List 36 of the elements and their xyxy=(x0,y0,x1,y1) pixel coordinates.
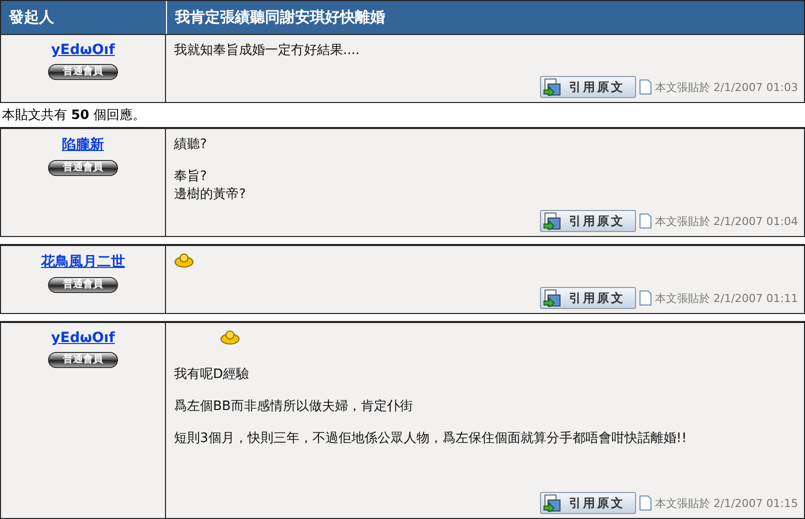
post-text: 爲左個BB而非感情所以做夫婦，肯定仆街 xyxy=(174,398,414,416)
quote-button[interactable]: 引用原文 xyxy=(540,287,636,309)
member-rank-badge: 普通會員 xyxy=(48,277,118,293)
reply-count: 本貼文共有 50 個回應。 xyxy=(1,107,146,125)
document-arrow-icon xyxy=(542,78,561,96)
document-arrow-icon xyxy=(542,289,561,307)
page-icon xyxy=(638,290,652,306)
member-rank-badge: 普通會員 xyxy=(48,160,118,176)
document-arrow-icon xyxy=(542,212,561,230)
page-icon xyxy=(638,213,652,229)
author-link[interactable]: yEdωOıf xyxy=(51,42,115,58)
quote-button[interactable]: 引用原文 xyxy=(540,492,636,514)
emoticon-icon xyxy=(174,253,194,269)
author-link[interactable]: 陷朧新 xyxy=(62,136,104,154)
post-timestamp: 本文張貼於 2/1/2007 01:03 xyxy=(654,80,798,94)
thread-title: 我肯定張績聽同謝安琪好快離婚 xyxy=(166,1,804,34)
emoticon-icon xyxy=(220,330,240,346)
member-rank-badge: 普通會員 xyxy=(48,64,118,80)
post-timestamp: 本文張貼於 2/1/2007 01:11 xyxy=(654,290,798,306)
author-column-header: 發起人 xyxy=(1,1,166,34)
document-arrow-icon xyxy=(542,494,561,512)
quote-button[interactable]: 引用原文 xyxy=(540,76,636,98)
author-link[interactable]: 花鳥風月二世 xyxy=(41,253,125,271)
page-icon xyxy=(638,495,652,511)
member-rank-badge: 普通會員 xyxy=(48,352,118,368)
page-icon xyxy=(638,79,652,95)
post-text: 奉旨? xyxy=(174,168,208,186)
post-text: 我就知奉旨成婚一定冇好結果.... xyxy=(174,42,361,60)
author-link[interactable]: yEdωOıf xyxy=(51,330,115,346)
post-text: 我有呢D經驗 xyxy=(174,366,250,384)
quote-button[interactable]: 引用原文 xyxy=(540,210,636,232)
post-timestamp: 本文張貼於 2/1/2007 01:15 xyxy=(654,496,798,510)
post-timestamp: 本文張貼於 2/1/2007 01:04 xyxy=(654,214,798,228)
post-text: 短則3個月，快則三年，不過佢地係公眾人物，爲左保住個面就算分手都唔會咁快話離婚!! xyxy=(174,430,688,448)
post-text: 邊樹的黃帝? xyxy=(174,186,247,204)
post-text: 績聽? xyxy=(174,136,208,154)
